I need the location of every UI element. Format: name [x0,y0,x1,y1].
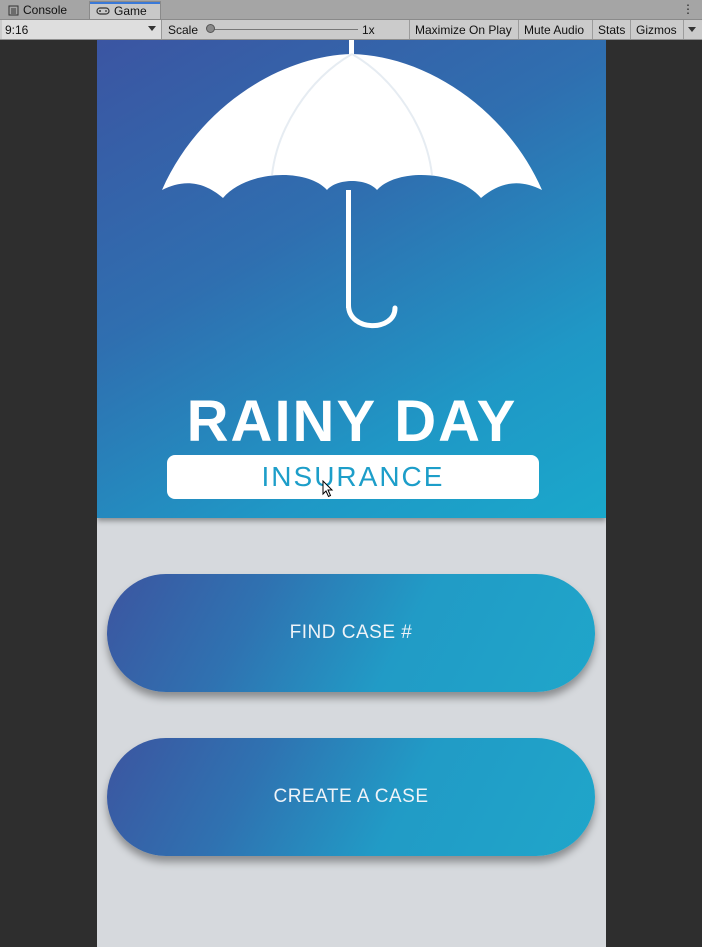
tab-console[interactable]: Console [2,1,88,19]
scale-value: 1x [362,22,375,37]
toolbar-divider [683,20,684,39]
create-case-button[interactable]: CREATE A CASE [107,738,595,856]
stats-toggle[interactable]: Stats [593,20,630,39]
tab-game[interactable]: Game [89,1,161,19]
aspect-ratio-dropdown[interactable]: 9:16 [2,20,162,39]
logo-title: RAINY DAY [186,389,518,454]
editor-tab-bar: Console Game ⋮ [0,0,702,20]
scale-slider-track[interactable] [210,29,358,30]
tab-console-label: Console [23,3,68,17]
console-icon [8,5,19,15]
gizmos-dropdown-icon[interactable] [688,27,696,32]
game-toolbar: 9:16 Scale 1x Maximize On Play Mute Audi… [0,20,702,40]
tab-game-label: Game [114,3,147,18]
game-view: RAINY DAY INSURANCE FIND CASE # CREATE A… [97,40,606,947]
gamepad-icon [96,6,110,15]
scale-slider-handle[interactable] [206,24,215,33]
aspect-ratio-value: 9:16 [5,22,29,37]
logo-subtitle-box: INSURANCE [167,455,539,499]
kebab-menu-icon[interactable]: ⋮ [682,2,694,16]
chevron-down-icon [148,26,156,31]
mute-audio-toggle[interactable]: Mute Audio [519,20,589,39]
mouse-cursor-icon [322,480,334,498]
app-header-banner: RAINY DAY INSURANCE [97,40,606,518]
scale-label: Scale [168,22,199,37]
logo-subtitle: INSURANCE [261,461,445,492]
find-case-button[interactable]: FIND CASE # [107,574,595,692]
umbrella-icon [162,40,542,329]
maximize-on-play-toggle[interactable]: Maximize On Play [410,20,517,39]
gizmos-toggle[interactable]: Gizmos [631,20,682,39]
